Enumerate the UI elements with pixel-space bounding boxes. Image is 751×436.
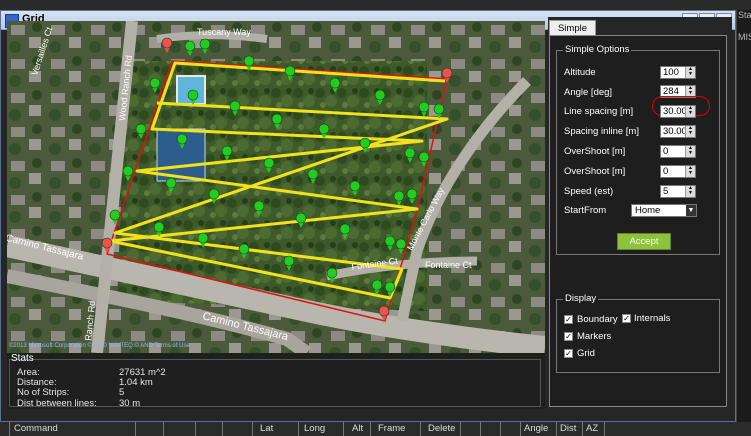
- start-from-label: StartFrom: [564, 205, 607, 216]
- spacing-inline-value: 30.00: [663, 126, 687, 137]
- start-from-value: Home: [635, 205, 661, 216]
- col-alt[interactable]: Alt: [352, 423, 363, 434]
- boundary-checkbox[interactable]: ✓: [564, 315, 573, 324]
- overshoot2-stepper[interactable]: 0 ▲ ▼: [660, 165, 696, 178]
- grid-label: Grid: [577, 348, 595, 359]
- overshoot1-stepper[interactable]: 0 ▲ ▼: [660, 145, 696, 158]
- right-strip-label-2: MIS: [738, 32, 751, 42]
- spin-arrows-icon[interactable]: ▲ ▼: [685, 166, 695, 177]
- col-command[interactable]: Command: [14, 423, 58, 434]
- stats-legend: Stats: [11, 353, 34, 364]
- stat-strips-value: 5: [119, 387, 125, 398]
- map-canvas[interactable]: Camino Tassajara Camino Tassajara Fontai…: [7, 21, 545, 353]
- overshoot2-value: 0: [663, 166, 669, 177]
- line-spacing-label: Line spacing [m]: [564, 106, 634, 117]
- col-az[interactable]: AZ: [586, 423, 598, 434]
- overshoot1-value: 0: [663, 146, 669, 157]
- speed-label: Speed (est): [564, 186, 614, 197]
- right-strip-label-1: Sta: [738, 10, 751, 20]
- stat-line-dist-label: Dist between lines:: [17, 398, 97, 409]
- display-legend: Display: [563, 293, 599, 304]
- spin-arrows-icon[interactable]: ▲ ▼: [685, 146, 695, 157]
- spacing-inline-label: Spacing inline [m]: [564, 126, 639, 137]
- line-spacing-stepper[interactable]: 30.00 ▲ ▼: [660, 105, 696, 118]
- tab-simple[interactable]: Simple: [549, 20, 596, 36]
- background-right-strip: Sta MIS: [736, 10, 751, 422]
- stat-line-dist-value: 30 m: [119, 398, 141, 409]
- spin-arrows-icon[interactable]: ▲ ▼: [685, 106, 695, 117]
- grid-checkbox[interactable]: ✓: [564, 349, 573, 358]
- chevron-down-icon[interactable]: ▼: [686, 205, 696, 216]
- altitude-value: 100: [663, 67, 679, 78]
- options-panel: Simple Simple Options Altitude 100 ▲ ▼ An…: [548, 17, 732, 410]
- col-angle[interactable]: Angle: [524, 423, 548, 434]
- col-long[interactable]: Long: [304, 423, 325, 434]
- road-label-fontaine-ct-right: Fontaine Ct: [425, 260, 472, 270]
- markers-label: Markers: [577, 331, 612, 342]
- line-spacing-value: 30.00: [663, 106, 687, 117]
- boundary-label: Boundary: [577, 314, 618, 325]
- internals-checkbox[interactable]: ✓: [622, 314, 631, 323]
- col-delete[interactable]: Delete: [428, 423, 455, 434]
- start-from-select[interactable]: Home ▼: [631, 204, 697, 217]
- spin-arrows-icon[interactable]: ▲ ▼: [685, 186, 695, 197]
- speed-value: 5: [663, 186, 669, 197]
- background-toolbar-strip: [0, 0, 751, 10]
- tab-simple-body: Simple Options Altitude 100 ▲ ▼ Angle [de…: [549, 35, 727, 407]
- spin-arrows-icon[interactable]: ▲ ▼: [685, 126, 695, 137]
- overshoot2-label: OverShoot [m]: [564, 166, 626, 177]
- overshoot1-label: OverShoot [m]: [564, 146, 626, 157]
- col-frame[interactable]: Frame: [378, 423, 405, 434]
- accept-button[interactable]: Accept: [617, 233, 671, 250]
- simple-options-legend: Simple Options: [563, 44, 632, 55]
- waypoint-table-header: Command Lat Long Alt Frame Delete Angle …: [0, 422, 751, 436]
- col-dist[interactable]: Dist: [560, 423, 576, 434]
- spacing-inline-stepper[interactable]: 30.00 ▲ ▼: [660, 125, 696, 138]
- road-label-tuscany: Tuscany Way: [197, 27, 251, 37]
- spin-arrows-icon[interactable]: ▲ ▼: [685, 67, 695, 78]
- angle-label: Angle [deg]: [564, 87, 613, 98]
- map-view[interactable]: Camino Tassajara Camino Tassajara Fontai…: [7, 21, 545, 353]
- col-lat[interactable]: Lat: [260, 423, 273, 434]
- speed-stepper[interactable]: 5 ▲ ▼: [660, 185, 696, 198]
- altitude-label: Altitude: [564, 67, 596, 78]
- markers-checkbox[interactable]: ✓: [564, 332, 573, 341]
- altitude-stepper[interactable]: 100 ▲ ▼: [660, 66, 696, 79]
- internals-label: Internals: [634, 313, 671, 324]
- stats-panel: Stats Area: 27631 m^2 Distance: 1.04 km …: [7, 353, 545, 409]
- map-copyright: ©2013 Microsoft Corporation © 2010 NAVTE…: [9, 342, 190, 349]
- stat-strips-label: No of Strips:: [17, 387, 70, 398]
